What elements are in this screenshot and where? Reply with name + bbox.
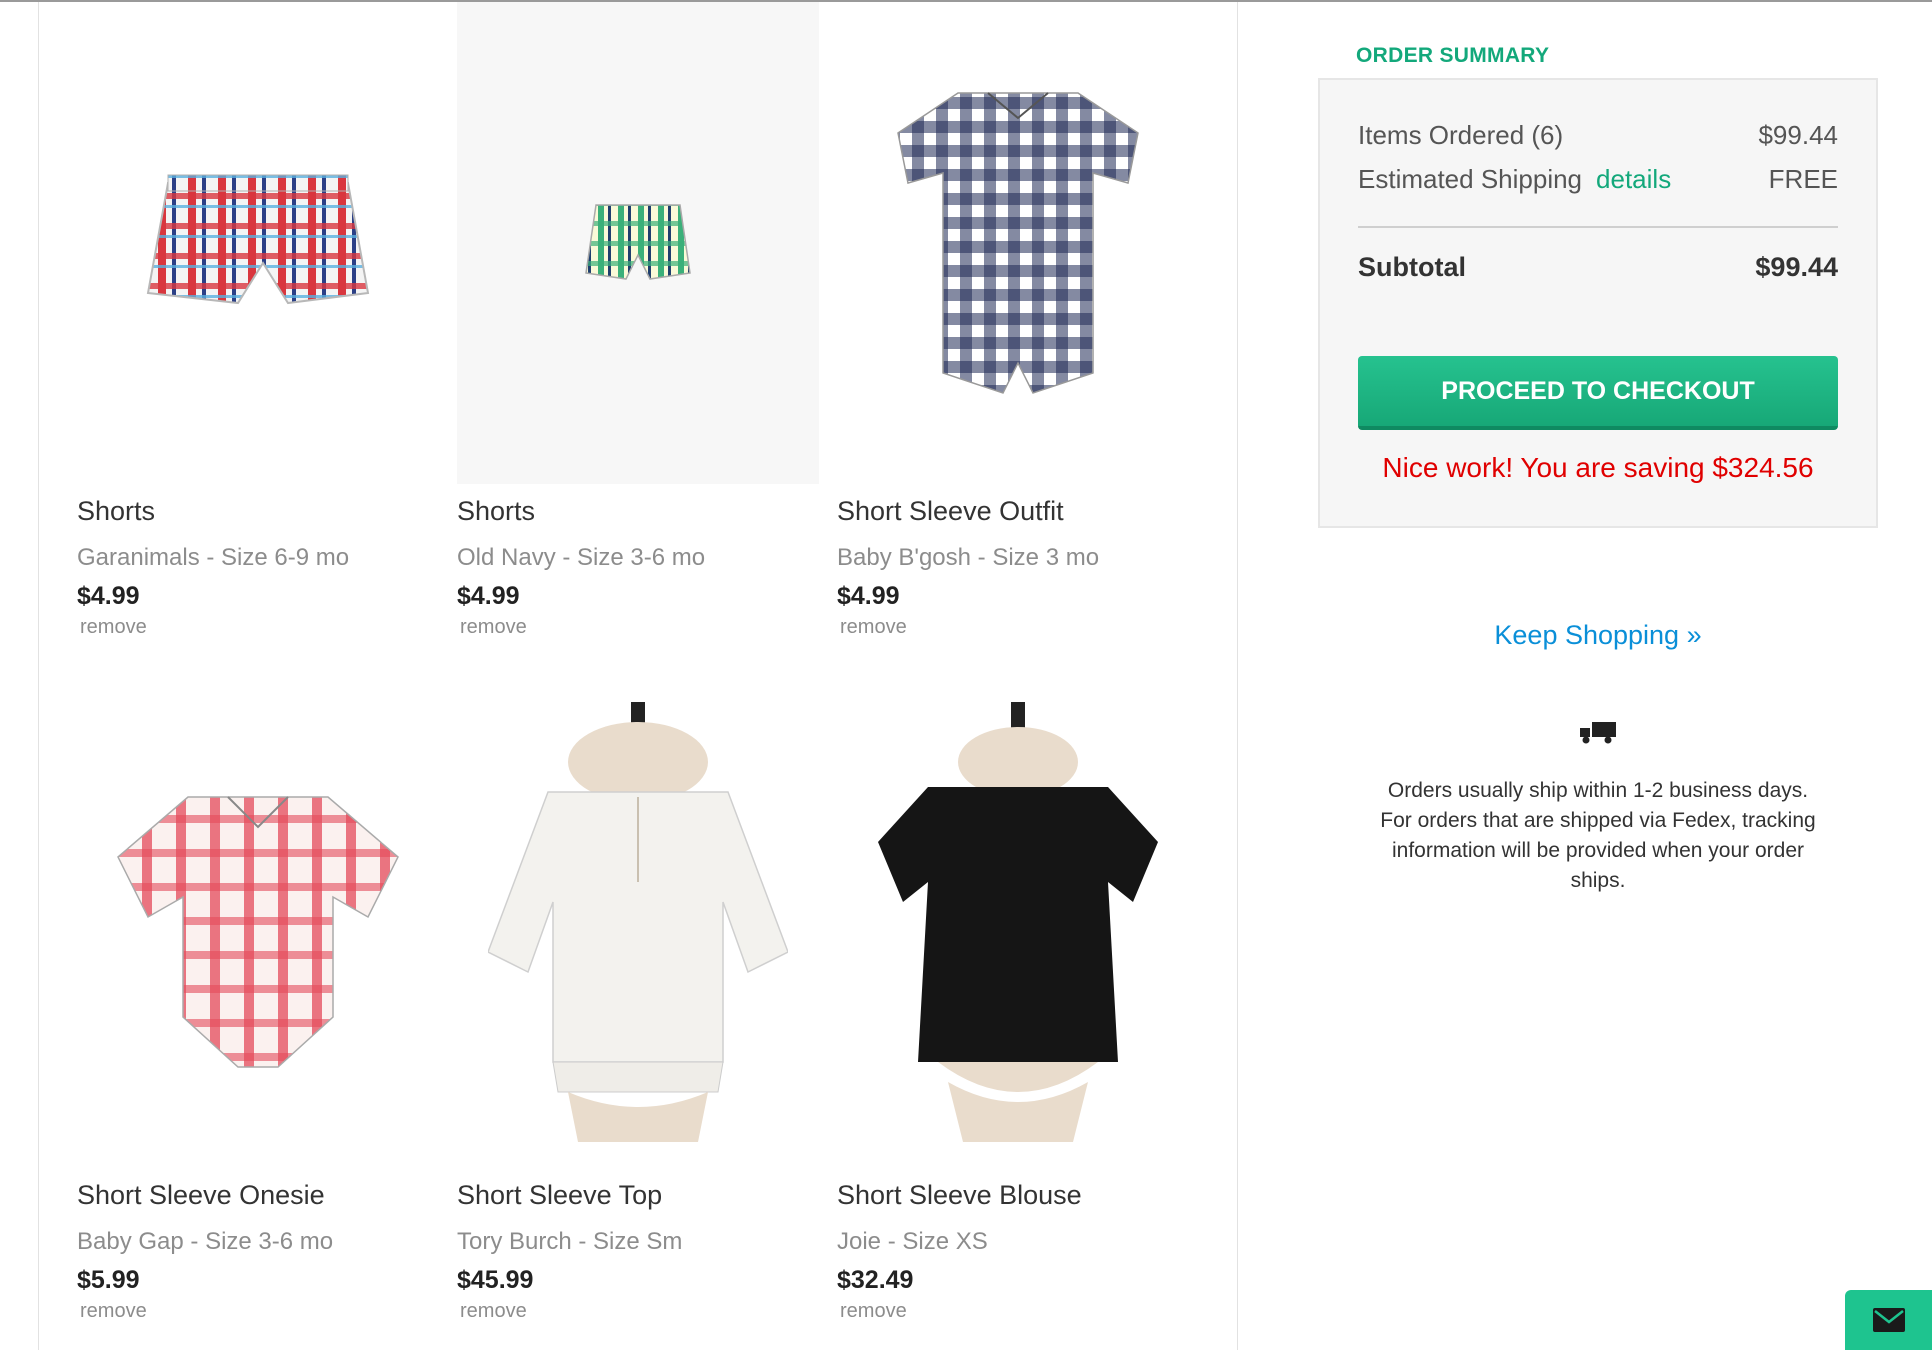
items-ordered-label: Items Ordered (6) bbox=[1358, 120, 1564, 150]
order-summary-heading: ORDER SUMMARY bbox=[1356, 44, 1550, 67]
cart-item: Short Sleeve Onesie Baby Gap - Size 3-6 … bbox=[77, 686, 439, 1323]
remove-link[interactable]: remove bbox=[460, 616, 819, 639]
order-summary-box: Items Ordered (6) $99.44 Estimated Shipp… bbox=[1318, 78, 1878, 528]
plaid-shorts-image[interactable] bbox=[77, 2, 439, 484]
plaid-onesie-image[interactable] bbox=[77, 686, 439, 1168]
subtotal-label: Subtotal bbox=[1358, 252, 1466, 282]
cart-items-panel: Shorts Garanimals - Size 6-9 mo $4.99 re… bbox=[38, 2, 1238, 1350]
black-blouse-image[interactable] bbox=[837, 686, 1199, 1168]
gingham-romper-image[interactable] bbox=[837, 2, 1199, 484]
items-ordered-row: Items Ordered (6) $99.44 bbox=[1358, 120, 1838, 151]
shipping-label: Estimated Shipping bbox=[1358, 164, 1583, 194]
subtotal-value: $99.44 bbox=[1755, 252, 1838, 282]
item-price: $4.99 bbox=[837, 582, 900, 610]
shipping-label-group: Estimated Shipping details bbox=[1358, 164, 1671, 195]
keep-shopping-link[interactable]: Keep Shopping » bbox=[1318, 620, 1878, 651]
item-brand-size: Joie - Size XS bbox=[837, 1228, 988, 1255]
item-brand-size: Old Navy - Size 3-6 mo bbox=[457, 544, 706, 571]
item-price: $5.99 bbox=[77, 1266, 140, 1294]
item-brand-size: Garanimals - Size 6-9 mo bbox=[77, 544, 350, 571]
remove-link[interactable]: remove bbox=[460, 1300, 819, 1323]
item-brand-size: Tory Burch - Size Sm bbox=[457, 1228, 683, 1255]
cart-item: Short Sleeve Top Tory Burch - Size Sm $4… bbox=[457, 686, 819, 1323]
shipping-value: FREE bbox=[1768, 164, 1838, 194]
white-top-image[interactable] bbox=[457, 686, 819, 1168]
savings-message: Nice work! You are saving $324.56 bbox=[1382, 452, 1814, 483]
item-title[interactable]: Shorts bbox=[77, 496, 439, 536]
item-brand-size: Baby B'gosh - Size 3 mo bbox=[837, 544, 1100, 571]
item-price: $4.99 bbox=[457, 582, 520, 610]
subtotal-row: Subtotal $99.44 bbox=[1358, 252, 1838, 283]
item-price: $45.99 bbox=[457, 1266, 534, 1294]
remove-link[interactable]: remove bbox=[840, 1300, 1199, 1323]
proceed-to-checkout-button[interactable]: PROCEED TO CHECKOUT bbox=[1358, 356, 1838, 430]
envelope-icon bbox=[1872, 1308, 1905, 1332]
item-brand-size: Baby Gap - Size 3-6 mo bbox=[77, 1228, 334, 1255]
items-ordered-value: $99.44 bbox=[1758, 120, 1838, 150]
shipping-details-link[interactable]: details bbox=[1596, 164, 1671, 194]
contact-mail-button[interactable] bbox=[1845, 1290, 1932, 1350]
item-title[interactable]: Short Sleeve Blouse bbox=[837, 1180, 1199, 1220]
remove-link[interactable]: remove bbox=[840, 616, 1199, 639]
remove-link[interactable]: remove bbox=[80, 616, 439, 639]
plaid-shorts-image[interactable] bbox=[457, 2, 819, 484]
cart-item: Shorts Garanimals - Size 6-9 mo $4.99 re… bbox=[77, 2, 439, 639]
item-title[interactable]: Short Sleeve Outfit bbox=[837, 496, 1199, 536]
item-price: $4.99 bbox=[77, 582, 140, 610]
item-title[interactable]: Short Sleeve Onesie bbox=[77, 1180, 439, 1220]
cart-item: Short Sleeve Outfit Baby B'gosh - Size 3… bbox=[837, 2, 1199, 639]
truck-icon bbox=[1580, 722, 1616, 744]
item-title[interactable]: Shorts bbox=[457, 496, 819, 536]
item-price: $32.49 bbox=[837, 1266, 914, 1294]
item-title[interactable]: Short Sleeve Top bbox=[457, 1180, 819, 1220]
remove-link[interactable]: remove bbox=[80, 1300, 439, 1323]
cart-item: Shorts Old Navy - Size 3-6 mo $4.99 remo… bbox=[457, 2, 819, 639]
shipping-row: Estimated Shipping details FREE bbox=[1358, 164, 1838, 195]
cart-item: Short Sleeve Blouse Joie - Size XS $32.4… bbox=[837, 686, 1199, 1323]
summary-divider bbox=[1358, 226, 1838, 228]
shipping-info-text: Orders usually ship within 1-2 business … bbox=[1380, 779, 1816, 892]
